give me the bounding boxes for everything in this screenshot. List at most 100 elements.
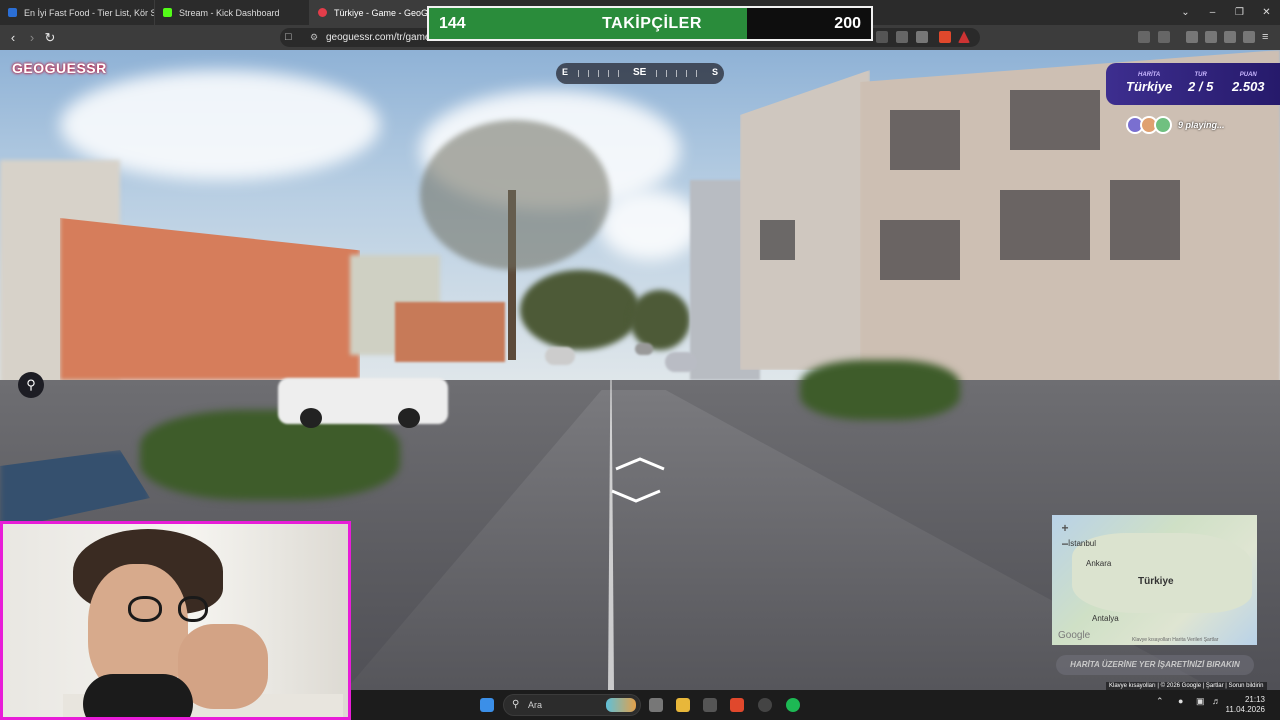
streamer-webcam — [0, 521, 351, 720]
close-button[interactable]: ✕ — [1253, 0, 1280, 25]
players-count-text: 9 playing... — [1178, 120, 1225, 130]
minimize-button[interactable]: – — [1199, 0, 1226, 25]
taskbar-search-placeholder: Ara — [528, 700, 543, 710]
map-city-ankara: Ankara — [1086, 559, 1112, 568]
webcam-headphones — [83, 674, 193, 717]
geoguessr-logo[interactable]: GEOGUESSR — [12, 60, 107, 76]
window — [880, 220, 960, 280]
guess-button[interactable]: HARİTA ÜZERİNE YER İŞARETİNİZİ BIRAKIN — [1056, 655, 1254, 675]
stat-map-value: Türkiye — [1126, 79, 1173, 94]
extension-icon[interactable] — [876, 31, 888, 43]
menu-icon[interactable]: ≡ — [1262, 31, 1274, 43]
microphone-icon[interactable]: ● — [1178, 696, 1183, 706]
players-indicator[interactable]: 9 playing... — [1126, 116, 1225, 134]
browser-tab-kick[interactable]: Stream - Kick Dashboard — [155, 0, 310, 25]
screenshot-icon[interactable] — [1158, 31, 1170, 43]
brave-browser-icon[interactable] — [730, 698, 744, 712]
compass-tick — [676, 70, 677, 77]
game-status-panel: HARİTA Türkiye TUR 2 / 5 PUAN 2.503 — [1106, 63, 1280, 105]
taskbar-search[interactable]: ⚲ Ara — [503, 694, 641, 716]
screen: En İyi Fast Food - Tier List, Kör Sırala… — [0, 0, 1280, 720]
webcam-glasses — [178, 596, 208, 622]
google-logo: Google — [1058, 630, 1091, 641]
move-backward-arrow-icon[interactable] — [610, 488, 662, 504]
compass-tick — [598, 70, 599, 77]
cast-icon[interactable] — [896, 31, 908, 43]
compass-tick — [696, 70, 697, 77]
map-country-label: Türkiye — [1138, 576, 1174, 587]
compass-tick — [656, 70, 657, 77]
webcam-glasses — [128, 596, 162, 622]
browser-tab-tierlist[interactable]: En İyi Fast Food - Tier List, Kör Sırala… — [0, 0, 155, 25]
store-icon[interactable] — [703, 698, 717, 712]
volume-icon[interactable]: ♬ — [1212, 696, 1221, 706]
compass-east: E — [562, 67, 569, 77]
stat-round-label: TUR — [1194, 72, 1207, 78]
avatar — [1154, 116, 1172, 134]
stat-round-value: 2 / 5 — [1188, 79, 1214, 94]
compass-tick — [618, 70, 619, 77]
clock-date: 11.04.2026 — [1225, 705, 1265, 714]
tree — [630, 290, 690, 350]
window — [760, 220, 795, 260]
brave-shield-icon[interactable] — [939, 31, 951, 43]
parked-car — [545, 347, 575, 365]
obs-icon[interactable] — [758, 698, 772, 712]
zoom-in-button[interactable]: + — [1058, 521, 1072, 535]
reload-icon[interactable]: ↻ — [42, 30, 58, 46]
window-controls: ⌄ – ❐ ✕ — [1172, 0, 1280, 25]
stat-map-label: HARİTA — [1138, 72, 1161, 78]
window — [1110, 180, 1180, 260]
clock-time: 21:13 — [1244, 695, 1265, 704]
tab-search-button[interactable]: ⌄ — [1172, 0, 1199, 25]
window — [890, 110, 960, 170]
site-info-icon[interactable]: ⚙ — [310, 28, 318, 47]
taskbar-clock[interactable]: 21:13 11.04.2026 — [1226, 695, 1265, 715]
follower-goal-bar: 144 TAKİPÇİLER 200 — [427, 6, 873, 41]
compass-tick — [666, 70, 667, 77]
bookmark-icon[interactable]: □ — [285, 28, 292, 47]
compass-tick — [686, 70, 687, 77]
url-text: geoguessr.com/tr/game/ — [326, 32, 434, 43]
map-city-istanbul: İstanbul — [1068, 539, 1097, 548]
start-menu-icon[interactable] — [480, 698, 494, 712]
geoguessr-favicon-icon — [318, 8, 327, 17]
leo-ai-icon[interactable] — [1224, 31, 1236, 43]
forward-arrow-icon[interactable]: › — [24, 30, 40, 46]
parked-car — [635, 343, 653, 355]
building — [395, 302, 505, 362]
vpn-icon[interactable] — [1243, 31, 1255, 43]
wallet-icon[interactable] — [1205, 31, 1217, 43]
back-arrow-icon[interactable]: ‹ — [5, 30, 21, 46]
follower-goal-label: TAKİPÇİLER — [602, 15, 702, 32]
task-view-icon[interactable] — [649, 698, 663, 712]
extensions-puzzle-icon[interactable] — [1138, 31, 1150, 43]
search-highlight-icon — [606, 698, 636, 712]
tree — [520, 270, 640, 350]
move-forward-arrow-icon[interactable] — [614, 456, 666, 472]
tab-label: En İyi Fast Food - Tier List, Kör Sırala… — [24, 7, 154, 18]
tab-label: Stream - Kick Dashboard — [179, 7, 280, 18]
map-credits[interactable]: Klavye kısayolları | © 2026 Google | Şar… — [1106, 682, 1267, 690]
sidebar-icon[interactable] — [1186, 31, 1198, 43]
return-to-start-pin-icon[interactable]: ⚲ — [18, 372, 44, 398]
network-icon[interactable]: ▣ — [1196, 696, 1205, 707]
map-city-antalya: Antalya — [1092, 614, 1119, 623]
cloud — [600, 190, 700, 260]
parked-car — [665, 352, 697, 372]
map-links[interactable]: Klavye kısayolları Harita Verileri Şartl… — [1132, 637, 1218, 643]
spotify-icon[interactable] — [786, 698, 800, 712]
maximize-button[interactable]: ❐ — [1226, 0, 1253, 25]
guess-minimap[interactable]: + − İstanbul Ankara Antalya Türkiye Goog… — [1052, 515, 1257, 645]
tray-chevron-icon[interactable]: ⌃ — [1156, 696, 1164, 707]
car-wheel — [398, 408, 420, 428]
compass-tick — [608, 70, 609, 77]
stat-round: TUR 2 / 5 — [1188, 72, 1213, 94]
car-wheel — [300, 408, 322, 428]
stat-score: PUAN 2.503 — [1232, 72, 1265, 94]
stat-score-label: PUAN — [1239, 72, 1257, 78]
file-explorer-icon[interactable] — [676, 698, 690, 712]
share-icon[interactable] — [916, 31, 928, 43]
map-landmass — [1072, 533, 1252, 613]
window — [1000, 190, 1090, 260]
